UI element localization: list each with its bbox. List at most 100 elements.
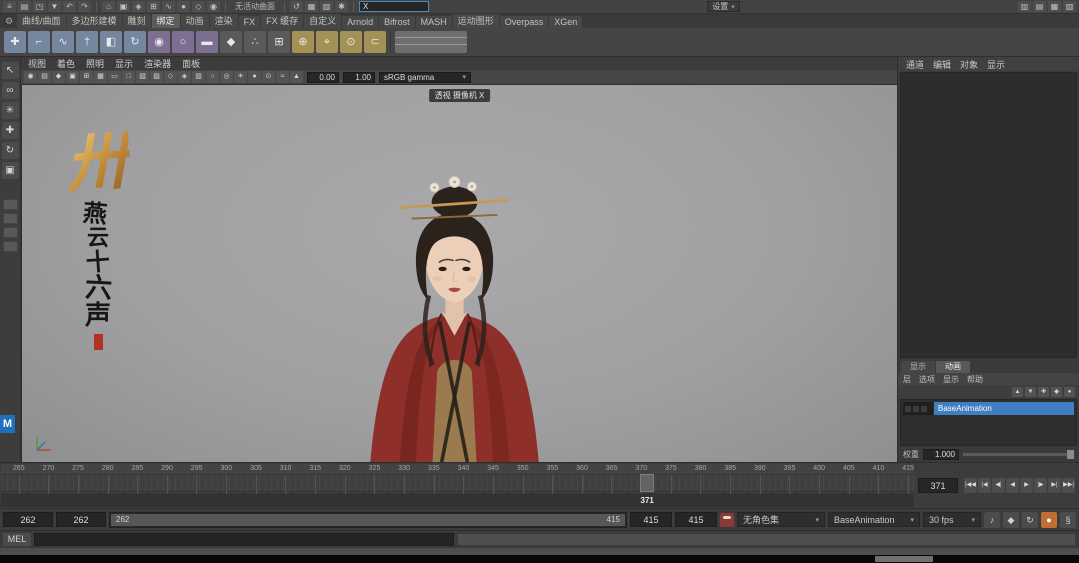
- sound-icon[interactable]: ♪: [984, 512, 1000, 528]
- shelf-tab[interactable]: 自定义: [304, 14, 341, 28]
- render-settings-icon[interactable]: ✱: [335, 1, 348, 12]
- 2d-pan-zoom-icon[interactable]: ⊞: [80, 71, 93, 83]
- layer-toggles[interactable]: [903, 402, 933, 415]
- weight-slider[interactable]: [963, 453, 1074, 456]
- range-slider-bar[interactable]: 262 415: [111, 514, 625, 526]
- view-axis-icon[interactable]: [31, 432, 57, 456]
- sidebar-tool-settings-icon[interactable]: ▤: [1033, 1, 1046, 12]
- shelf-tab[interactable]: FX: [239, 16, 261, 28]
- wireframe-on-shaded-icon[interactable]: ◎: [220, 71, 233, 83]
- layer-from-selected-icon[interactable]: ◆: [1051, 387, 1062, 397]
- snap-to-grid-icon[interactable]: ⊞: [147, 1, 160, 12]
- move-tool[interactable]: ✚: [2, 122, 19, 139]
- character-set-dropdown[interactable]: 无角色集 ▾: [737, 512, 825, 527]
- layout-four-pane-button[interactable]: [3, 213, 18, 224]
- orient-constraint-icon[interactable]: ⊙: [340, 31, 362, 53]
- resolution-gate-icon[interactable]: □: [122, 71, 135, 83]
- panel-menu-item[interactable]: 显示: [115, 57, 133, 70]
- time-slider[interactable]: 2652702752802852902953003053103153203253…: [1, 464, 914, 507]
- shelf-tab[interactable]: 多边形建模: [67, 14, 122, 28]
- panel-menu-item[interactable]: 着色: [57, 57, 75, 70]
- set-key-icon[interactable]: [720, 513, 734, 527]
- render-icon[interactable]: ▦: [305, 1, 318, 12]
- layer-editor-tab[interactable]: 动画: [936, 361, 970, 373]
- layout-persp-graph-button[interactable]: [3, 241, 18, 252]
- anim-layer-dropdown[interactable]: BaseAnimation ▾: [828, 512, 920, 527]
- redo-icon[interactable]: ↷: [78, 1, 91, 12]
- layout-persp-outliner-button[interactable]: [3, 227, 18, 238]
- m-logo[interactable]: M: [0, 415, 15, 433]
- make-live-icon[interactable]: ◉: [207, 1, 220, 12]
- rotate-tool[interactable]: ↻: [2, 142, 19, 159]
- current-frame-field[interactable]: [918, 478, 958, 493]
- bind-skin-icon[interactable]: ◉: [148, 31, 170, 53]
- ik-spline-icon[interactable]: ∿: [52, 31, 74, 53]
- viewport[interactable]: 透视 摄像机 X 卅 燕云十六声: [21, 85, 897, 462]
- empty-layer-icon[interactable]: ✚: [1038, 387, 1049, 397]
- playhead[interactable]: [640, 474, 654, 492]
- select-by-object-icon[interactable]: ▣: [117, 1, 130, 12]
- point-constraint-icon[interactable]: ⊕: [292, 31, 314, 53]
- shelf-wide-button[interactable]: [395, 31, 467, 53]
- gamma-field[interactable]: [343, 72, 375, 83]
- shelf-tab[interactable]: MASH: [416, 16, 452, 28]
- channel-box-menu-item[interactable]: 编辑: [933, 58, 951, 71]
- gate-mask-icon[interactable]: ▧: [136, 71, 149, 83]
- camera-attributes-icon[interactable]: ▤: [38, 71, 51, 83]
- layer-editor-menu-item[interactable]: 帮助: [967, 374, 983, 385]
- animation-end-field[interactable]: [675, 512, 717, 527]
- layout-single-pane-button[interactable]: [3, 199, 18, 210]
- open-scene-icon[interactable]: ◳: [33, 1, 46, 12]
- select-tool[interactable]: ↖: [2, 62, 19, 79]
- new-scene-icon[interactable]: ▤: [18, 1, 31, 12]
- shelf-menu-icon[interactable]: ⚙: [2, 16, 16, 28]
- parent-constraint-icon[interactable]: ⊂: [364, 31, 386, 53]
- camera-lock-icon[interactable]: ◉: [24, 71, 37, 83]
- shelf-tab[interactable]: Overpass: [500, 16, 549, 28]
- layer-editor-menu-item[interactable]: 选项: [919, 374, 935, 385]
- orient-joint-icon[interactable]: ↻: [124, 31, 146, 53]
- insert-joint-icon[interactable]: †: [76, 31, 98, 53]
- channel-box-menu-item[interactable]: 通道: [906, 58, 924, 71]
- main-menu-icon[interactable]: ≡: [3, 1, 16, 12]
- weight-field[interactable]: [923, 449, 959, 460]
- safe-title-icon[interactable]: ◈: [178, 71, 191, 83]
- loop-playback-icon[interactable]: ↻: [1022, 512, 1038, 528]
- exposure-field[interactable]: [307, 72, 339, 83]
- construction-history-icon[interactable]: ↺: [290, 1, 303, 12]
- unbind-skin-icon[interactable]: ○: [172, 31, 194, 53]
- paint-skin-weights-icon[interactable]: ▬: [196, 31, 218, 53]
- panel-menu-item[interactable]: 面板: [182, 57, 200, 70]
- blend-shape-icon[interactable]: ◆: [220, 31, 242, 53]
- shelf-tab[interactable]: 绑定: [152, 14, 180, 28]
- step-back-frame-button[interactable]: |◀: [978, 478, 991, 493]
- shelf-tab[interactable]: 动画: [181, 14, 209, 28]
- go-to-end-button[interactable]: ▶▶|: [1062, 478, 1075, 493]
- select-by-hierarchy-icon[interactable]: ⌂: [102, 1, 115, 12]
- paint-select-tool[interactable]: ✳: [2, 102, 19, 119]
- shelf-tab[interactable]: 雕刻: [123, 14, 151, 28]
- fps-dropdown[interactable]: 30 fps ▾: [923, 512, 981, 527]
- shelf-tab[interactable]: 曲线/曲面: [17, 14, 66, 28]
- layer-editor-menu-item[interactable]: 显示: [943, 374, 959, 385]
- cluster-icon[interactable]: ∴: [244, 31, 266, 53]
- go-to-start-button[interactable]: |◀◀: [964, 478, 977, 493]
- scale-tool[interactable]: ▣: [2, 162, 19, 179]
- snap-to-plane-icon[interactable]: ◇: [192, 1, 205, 12]
- field-chart-icon[interactable]: ▨: [150, 71, 163, 83]
- motion-blur-icon[interactable]: ≈: [276, 71, 289, 83]
- xray-icon[interactable]: ○: [206, 71, 219, 83]
- lattice-icon[interactable]: ⊞: [268, 31, 290, 53]
- select-by-component-icon[interactable]: ◈: [132, 1, 145, 12]
- shelf-tab[interactable]: 渲染: [210, 14, 238, 28]
- isolate-select-icon[interactable]: ▲: [290, 71, 303, 83]
- joint-tool-icon[interactable]: ✚: [4, 31, 26, 53]
- auto-key-icon[interactable]: ●: [1041, 512, 1057, 528]
- mel-input[interactable]: [34, 533, 454, 546]
- ao-icon[interactable]: ⊙: [262, 71, 275, 83]
- ipr-render-icon[interactable]: ▧: [320, 1, 333, 12]
- layer-down-icon[interactable]: ▼: [1025, 387, 1036, 397]
- ik-handle-icon[interactable]: ⌐: [28, 31, 50, 53]
- play-backwards-button[interactable]: ◀: [1006, 478, 1019, 493]
- layer-editor-menu-item[interactable]: 层: [903, 374, 911, 385]
